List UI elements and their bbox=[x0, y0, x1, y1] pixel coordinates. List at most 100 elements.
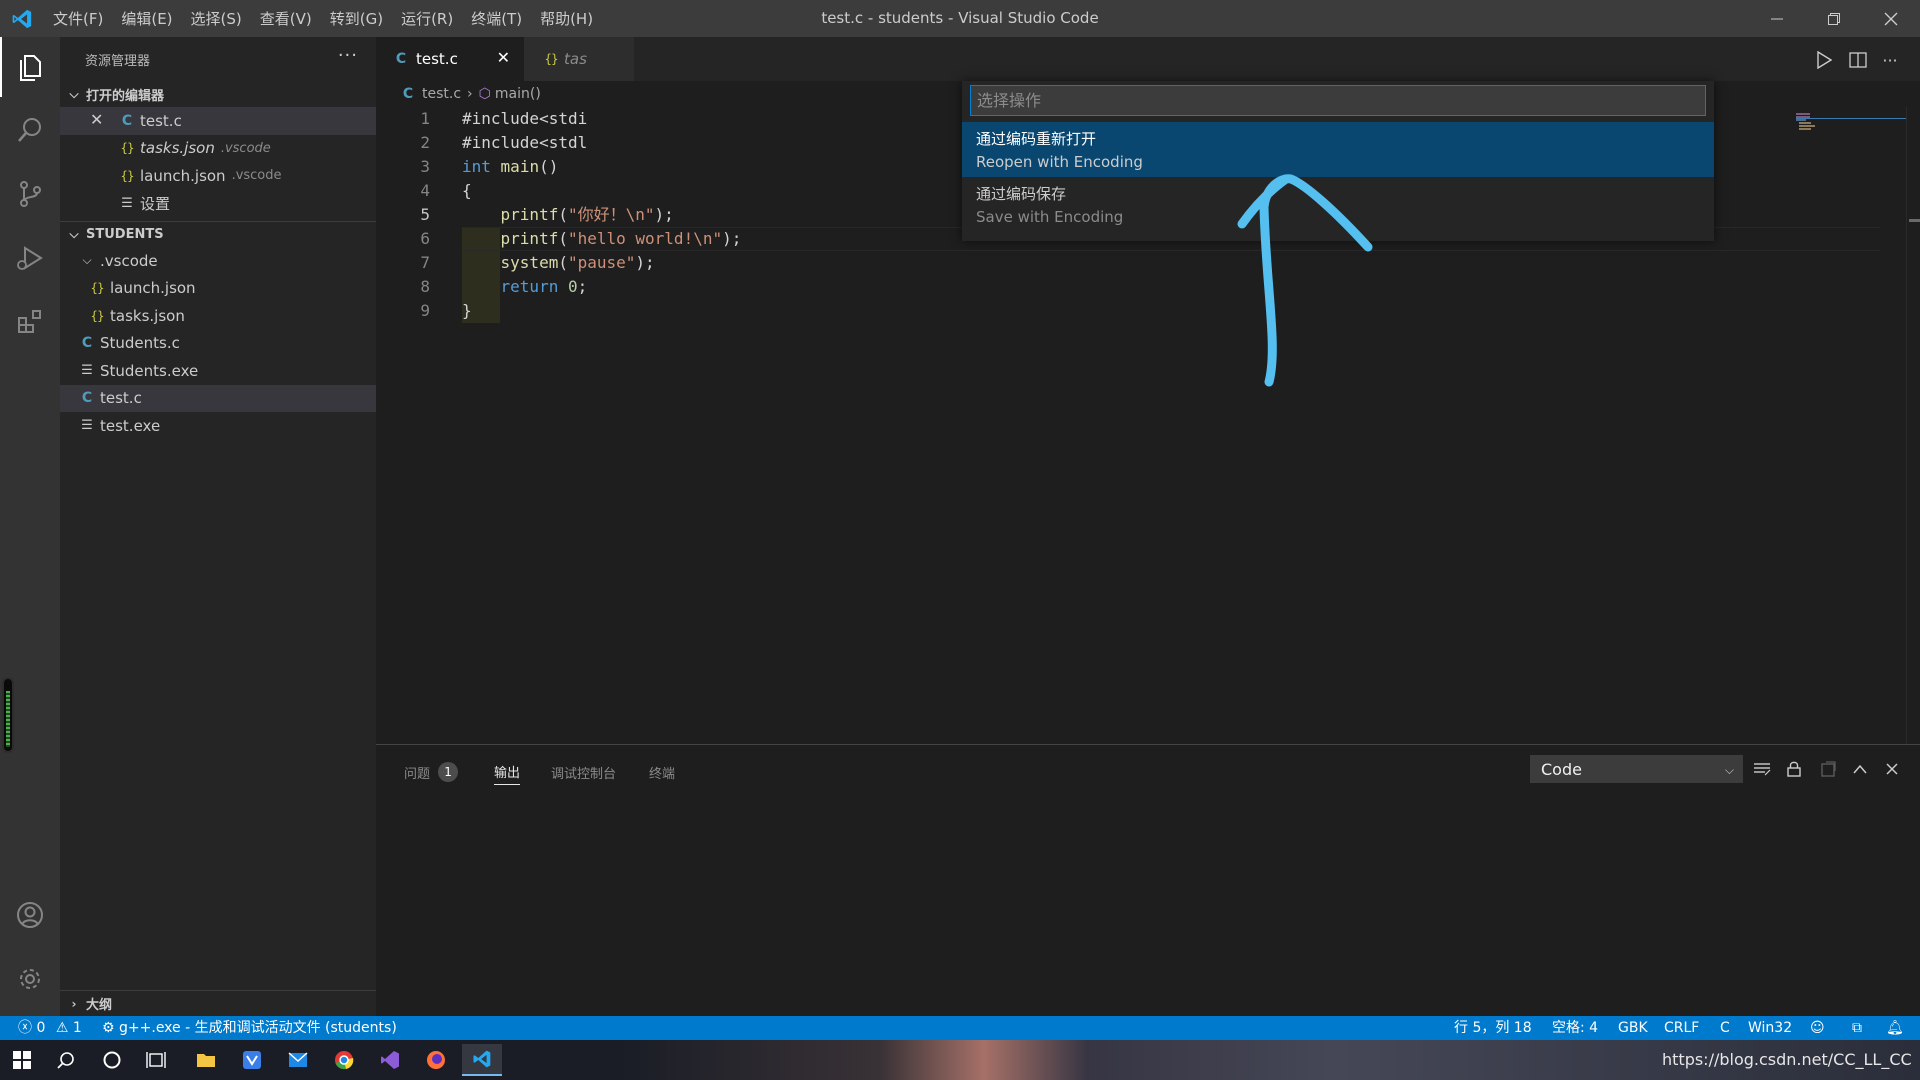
restore-button[interactable] bbox=[1811, 0, 1857, 37]
encoding-status[interactable]: GBK bbox=[1618, 1016, 1648, 1040]
tab-terminal[interactable]: 终端 bbox=[649, 760, 675, 784]
settings-file-icon: ☰ bbox=[121, 195, 133, 211]
files-icon bbox=[20, 55, 41, 81]
clear-output-button[interactable] bbox=[1750, 758, 1774, 780]
more-actions-icon[interactable]: ··· bbox=[338, 45, 358, 66]
explorer-header: 资源管理器 ··· bbox=[60, 37, 376, 81]
menu-terminal[interactable]: 终端(T) bbox=[462, 0, 531, 37]
language-status[interactable]: C bbox=[1720, 1016, 1730, 1040]
start-button[interactable] bbox=[2, 1044, 42, 1076]
firefox-taskbar-button[interactable] bbox=[416, 1044, 456, 1076]
tree-folder-vscode[interactable]: ⌵ .vscode bbox=[60, 247, 376, 275]
extensions-activity-button[interactable] bbox=[0, 292, 60, 352]
line-number: 5 bbox=[420, 205, 430, 224]
menu-view[interactable]: 查看(V) bbox=[251, 0, 321, 37]
close-window-button[interactable] bbox=[1868, 0, 1914, 37]
line-code: #include<stdi bbox=[462, 109, 588, 128]
open-editor-item[interactable]: {} launch.json .vscode bbox=[60, 162, 376, 190]
problems-status-item[interactable]: ⓧ 0 ⚠ 1 bbox=[18, 1016, 82, 1040]
task-view-button[interactable] bbox=[136, 1044, 176, 1076]
error-icon: ⓧ bbox=[18, 1020, 32, 1036]
menu-file[interactable]: 文件(F) bbox=[44, 0, 112, 37]
breadcrumb-symbol[interactable]: main() bbox=[495, 86, 541, 102]
quick-pick-input[interactable] bbox=[970, 85, 1706, 116]
editor-scrollbar[interactable] bbox=[1906, 107, 1920, 744]
search-activity-button[interactable] bbox=[0, 100, 60, 160]
tree-item[interactable]: {} tasks.json bbox=[60, 302, 376, 330]
manage-activity-button[interactable] bbox=[0, 949, 60, 1009]
editor-more-actions-icon[interactable]: ··· bbox=[1878, 49, 1902, 71]
tab-label: test.c bbox=[416, 50, 458, 68]
cursor-position-status[interactable]: 行 5，列 18 bbox=[1454, 1016, 1532, 1040]
indentation-status[interactable]: 空格: 4 bbox=[1552, 1016, 1598, 1040]
line-number: 1 bbox=[420, 109, 430, 128]
open-editors-section-header[interactable]: ⌵ 打开的编辑器 bbox=[60, 81, 376, 107]
menu-help[interactable]: 帮助(H) bbox=[531, 0, 602, 37]
open-log-file-button[interactable] bbox=[1816, 758, 1840, 780]
split-editor-button[interactable] bbox=[1846, 49, 1870, 71]
play-icon bbox=[1817, 51, 1832, 69]
vscode-logo-icon[interactable] bbox=[10, 8, 34, 30]
mail-icon bbox=[288, 1052, 308, 1067]
vscode-taskbar-button[interactable] bbox=[462, 1044, 502, 1076]
explorer-activity-button[interactable] bbox=[0, 37, 60, 97]
close-tab-icon[interactable]: ✕ bbox=[497, 48, 510, 67]
minimap[interactable] bbox=[1796, 107, 1906, 147]
app-taskbar-button[interactable] bbox=[232, 1044, 272, 1076]
json-file-icon: {} bbox=[90, 281, 104, 296]
tree-item[interactable]: ☰ Students.exe bbox=[60, 357, 376, 385]
accounts-activity-button[interactable] bbox=[0, 885, 60, 945]
tab-output[interactable]: 输出 bbox=[494, 761, 521, 785]
tab-problems[interactable]: 问题 1 bbox=[404, 760, 459, 784]
notifications-bell-icon[interactable]: 🔔︎ bbox=[1886, 1016, 1904, 1040]
outline-section-header[interactable]: › 大纲 bbox=[60, 990, 376, 1016]
chrome-taskbar-button[interactable] bbox=[324, 1044, 364, 1076]
file-explorer-taskbar-button[interactable] bbox=[186, 1044, 226, 1076]
quick-pick-item-save[interactable]: 通过编码保存 Save with Encoding bbox=[962, 177, 1714, 232]
menu-selection[interactable]: 选择(S) bbox=[182, 0, 251, 37]
maximize-panel-button[interactable] bbox=[1848, 758, 1872, 780]
quick-pick-item-reopen[interactable]: 通过编码重新打开 Reopen with Encoding bbox=[962, 122, 1714, 177]
breadcrumb-file[interactable]: test.c bbox=[422, 86, 461, 102]
line-number: 6 bbox=[420, 229, 430, 248]
workspace-section-header[interactable]: ⌵ STUDENTS bbox=[60, 221, 376, 247]
taskbar-search-button[interactable] bbox=[46, 1044, 86, 1076]
close-panel-button[interactable] bbox=[1880, 758, 1904, 780]
eol-status[interactable]: CRLF bbox=[1664, 1016, 1699, 1040]
source-control-activity-button[interactable] bbox=[0, 164, 60, 224]
chevron-down-icon: ⌵ bbox=[1724, 763, 1734, 777]
tab-debug-console[interactable]: 调试控制台 bbox=[551, 760, 616, 784]
lock-icon bbox=[1787, 761, 1801, 777]
cortana-button[interactable] bbox=[92, 1044, 132, 1076]
menu-run[interactable]: 运行(R) bbox=[392, 0, 462, 37]
tab-test-c[interactable]: C test.c ✕ bbox=[376, 37, 524, 81]
tree-item-selected[interactable]: C test.c bbox=[60, 384, 376, 412]
close-editor-icon[interactable]: ✕ bbox=[90, 110, 103, 129]
feedback-icon[interactable]: ☺ bbox=[1810, 1016, 1825, 1040]
run-debug-activity-button[interactable] bbox=[0, 228, 60, 288]
quick-pick-item-label: 通过编码保存 bbox=[976, 185, 1067, 203]
menu-edit[interactable]: 编辑(E) bbox=[112, 0, 181, 37]
open-editor-item[interactable]: ☰ 设置 bbox=[60, 190, 376, 218]
tree-item[interactable]: ☰ test.exe bbox=[60, 412, 376, 440]
line-number: 9 bbox=[420, 301, 430, 320]
task-status-item[interactable]: ⚙ g++.exe - 生成和调试活动文件 (students) bbox=[102, 1016, 397, 1040]
sync-icon[interactable]: ⧉ bbox=[1852, 1016, 1862, 1040]
run-file-button[interactable] bbox=[1812, 49, 1836, 71]
run-debug-icon bbox=[17, 246, 43, 270]
visual-studio-taskbar-button[interactable] bbox=[370, 1044, 410, 1076]
tree-item[interactable]: {} launch.json bbox=[60, 275, 376, 303]
tab-label: 输出 bbox=[494, 766, 521, 781]
mail-taskbar-button[interactable] bbox=[278, 1044, 318, 1076]
lock-scroll-button[interactable] bbox=[1782, 758, 1806, 780]
menu-go[interactable]: 转到(G) bbox=[321, 0, 392, 37]
tab-tasks-json[interactable]: {} tas bbox=[524, 37, 634, 81]
folder-icon bbox=[197, 1054, 215, 1067]
open-editor-item[interactable]: {} tasks.json .vscode bbox=[60, 135, 376, 163]
open-editor-item[interactable]: ✕ C test.c bbox=[60, 107, 376, 135]
output-channel-select[interactable]: Code ⌵ bbox=[1530, 755, 1743, 783]
minimize-button[interactable] bbox=[1754, 0, 1800, 37]
tree-item[interactable]: C Students.c bbox=[60, 330, 376, 358]
platform-status[interactable]: Win32 bbox=[1748, 1016, 1792, 1040]
line-code: printf("hello world!\n"); bbox=[500, 229, 742, 248]
